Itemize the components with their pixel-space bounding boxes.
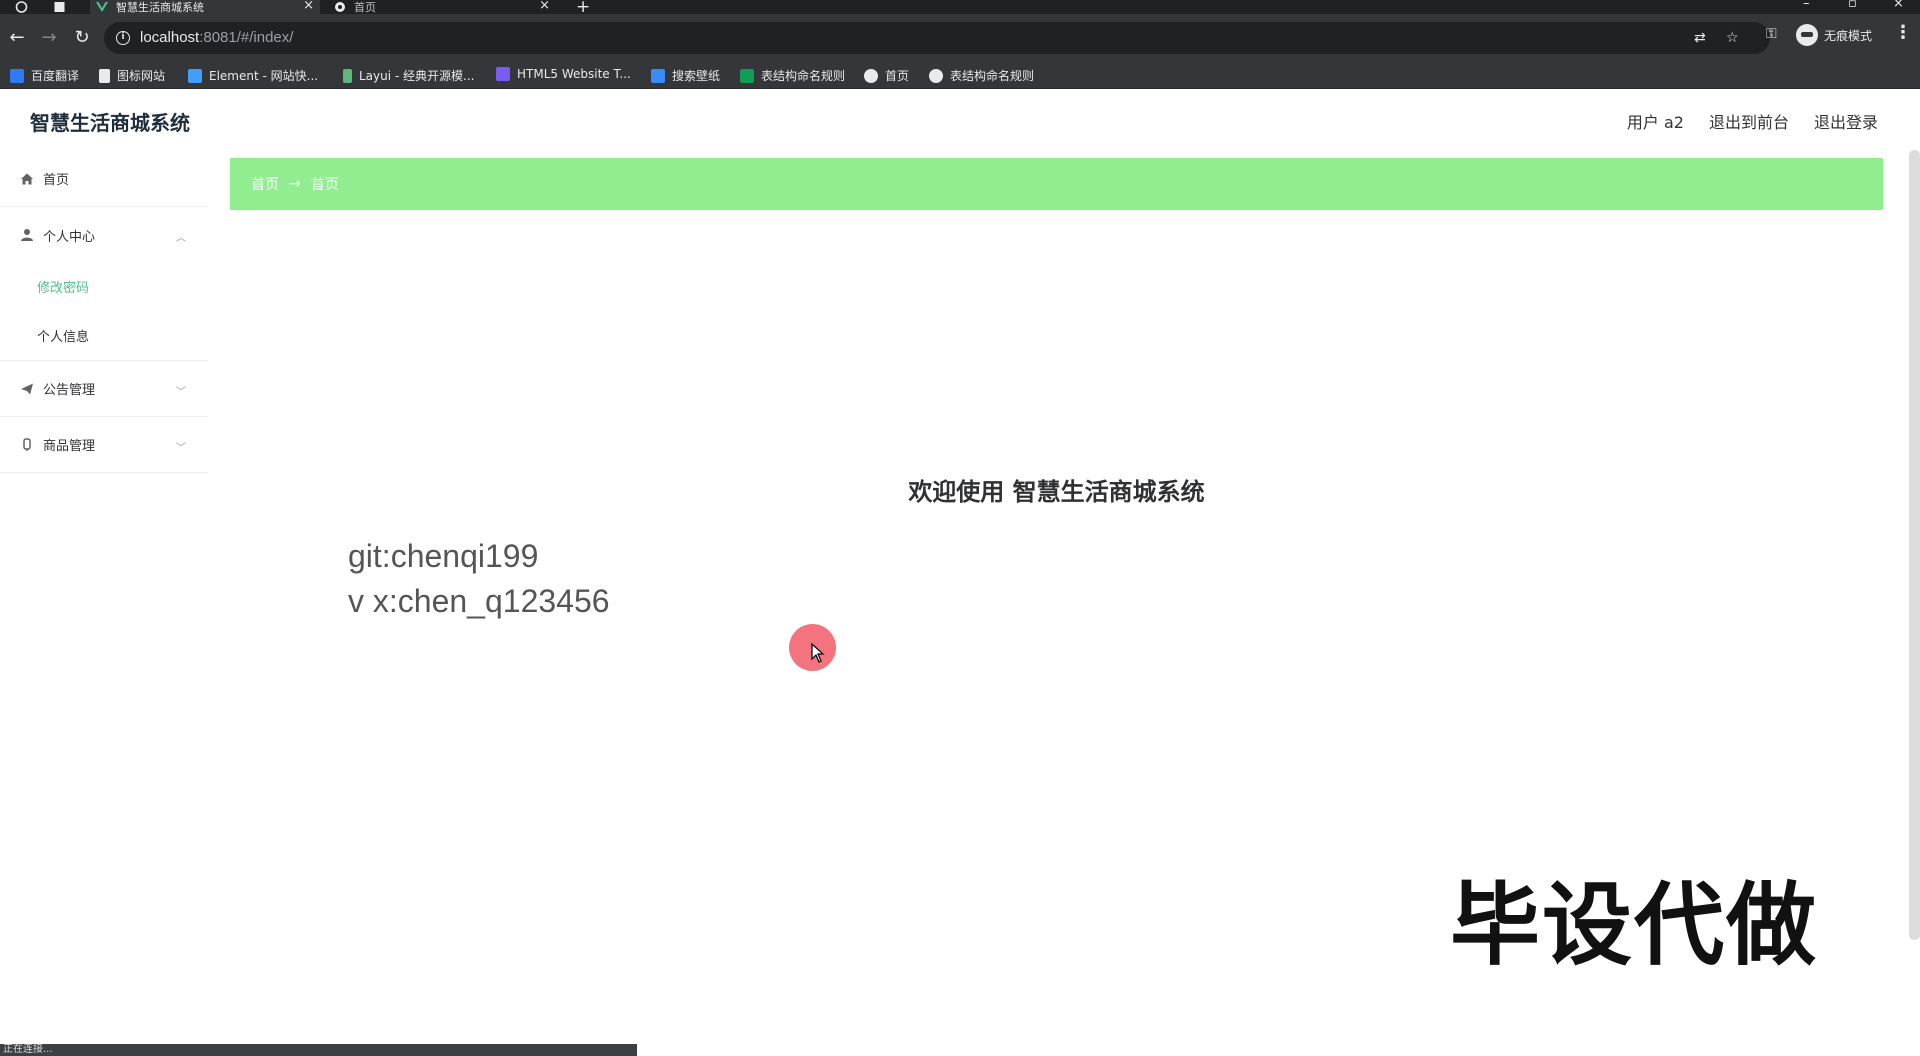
app-title: 智慧生活商城系统 bbox=[30, 111, 190, 135]
home-icon bbox=[21, 173, 33, 184]
globe-icon bbox=[864, 68, 878, 83]
chevron-up-icon: ︿ bbox=[176, 233, 186, 244]
incognito-icon bbox=[1796, 24, 1818, 46]
watermark-text: 毕设代做 bbox=[1450, 873, 1818, 978]
tab-close-icon[interactable]: × bbox=[539, 0, 550, 13]
chevron-down-icon: ﹀ bbox=[176, 387, 186, 398]
sidebar-subitem-change-password[interactable]: 修改密码 bbox=[0, 261, 208, 311]
sidebar-item-label: 公告管理 bbox=[43, 383, 96, 398]
incognito-profile[interactable]: 无痕模式 bbox=[1796, 24, 1872, 46]
maximize-icon[interactable]: ▫ bbox=[1848, 0, 1857, 11]
git-line: git:chenqi199 bbox=[348, 538, 539, 574]
browser-toolbar: ← → ↻ i localhost:8081/#/index/ ⇄ ☆ ⚿ 无痕… bbox=[0, 14, 1920, 62]
chevron-down-icon: ﹀ bbox=[176, 443, 186, 454]
bookmark-item[interactable]: 表结构命名规则 bbox=[740, 67, 845, 84]
breadcrumb-item: 首页 bbox=[310, 177, 339, 193]
vue-logo-icon bbox=[96, 2, 108, 12]
contact-info: git:chenqi199 v x:chen_q123456 bbox=[348, 534, 610, 624]
bookmark-item[interactable]: Element - 网站快... bbox=[188, 67, 318, 84]
user-label: 用户 a2 bbox=[1626, 113, 1684, 132]
tab-inactive[interactable]: 首页 × bbox=[330, 0, 556, 14]
forward-icon[interactable]: → bbox=[37, 26, 61, 50]
tab-search-icon[interactable] bbox=[53, 1, 66, 13]
wx-line: v x:chen_q123456 bbox=[348, 583, 610, 619]
app-header: 智慧生活商城系统 用户 a2 退出到前台 退出登录 bbox=[0, 89, 1920, 151]
translate-app-icon bbox=[10, 68, 24, 83]
sidebar-item-products[interactable]: 商品管理 ﹀ bbox=[0, 417, 208, 473]
flag-icon bbox=[99, 68, 110, 83]
bookmarks-bar: 百度翻译 图标网站 Element - 网站快... Layui - 经典开源模… bbox=[0, 62, 1920, 89]
breadcrumb-item[interactable]: 首页 bbox=[251, 174, 279, 194]
bookmark-item[interactable]: Layui - 经典开源模... bbox=[343, 67, 474, 84]
send-icon bbox=[21, 383, 33, 394]
bookmark-item[interactable]: 百度翻译 bbox=[10, 67, 79, 84]
sidebar-subitem-personal-info[interactable]: 个人信息 bbox=[0, 311, 208, 361]
tab-active[interactable]: 智慧生活商城系统 × bbox=[90, 0, 320, 14]
reload-icon[interactable]: ↻ bbox=[70, 26, 94, 50]
back-icon[interactable]: ← bbox=[5, 26, 29, 50]
sidebar-item-label: 首页 bbox=[43, 173, 70, 188]
welcome-text: 欢迎使用 智慧生活商城系统 bbox=[908, 478, 1205, 506]
sheet-icon bbox=[740, 68, 754, 83]
browser-menu-icon[interactable]: ⋮ bbox=[1894, 22, 1912, 43]
html5-icon bbox=[496, 67, 510, 81]
browser-tab-strip: 智慧生活商城系统 × 首页 × + – ▫ × bbox=[0, 0, 1920, 17]
scrollbar[interactable] bbox=[1909, 150, 1920, 940]
sidebar-item-label: 个人中心 bbox=[43, 229, 96, 245]
globe-icon bbox=[335, 2, 345, 12]
close-window-icon[interactable]: × bbox=[1893, 0, 1904, 11]
bookmark-item[interactable]: 首页 bbox=[864, 67, 909, 84]
bookmark-star-icon[interactable]: ☆ bbox=[1726, 30, 1739, 46]
to-front-link[interactable]: 退出到前台 bbox=[1709, 109, 1789, 133]
product-icon bbox=[23, 437, 31, 451]
key-icon[interactable]: ⚿ bbox=[1766, 26, 1777, 42]
globe-icon bbox=[929, 68, 943, 83]
url-text[interactable]: localhost:8081/#/index/ bbox=[140, 29, 293, 46]
address-bar[interactable]: i localhost:8081/#/index/ ⇄ ☆ bbox=[104, 22, 1770, 54]
sidebar-item-announcements[interactable]: 公告管理 ﹀ bbox=[0, 361, 208, 417]
bookmark-item[interactable]: HTML5 Website T... bbox=[496, 67, 631, 81]
bookmark-item[interactable]: 搜索壁纸 bbox=[651, 67, 720, 84]
tab-close-icon[interactable]: × bbox=[303, 0, 314, 13]
element-icon bbox=[188, 68, 202, 83]
arrow-right-icon: → bbox=[289, 176, 301, 192]
status-bar: 正在连接... bbox=[0, 1044, 637, 1056]
sidebar-item-home[interactable]: 首页 bbox=[0, 151, 208, 207]
site-info-icon[interactable]: i bbox=[116, 31, 130, 45]
mouse-cursor-icon bbox=[811, 643, 825, 663]
bookmark-item[interactable]: 图标网站 bbox=[99, 67, 165, 84]
bookmark-item[interactable]: 表结构命名规则 bbox=[929, 67, 1034, 84]
layui-icon bbox=[343, 68, 352, 83]
sidebar-item-label: 商品管理 bbox=[43, 439, 96, 454]
logout-link[interactable]: 退出登录 bbox=[1814, 109, 1878, 133]
browser-icon bbox=[15, 1, 28, 13]
header-links: 用户 a2 退出到前台 退出登录 bbox=[1627, 109, 1878, 133]
sidebar: 首页 个人中心 ︿ 修改密码 个人信息 公告管理 ﹀ 商品管理 ﹀ bbox=[0, 151, 208, 1056]
translate-icon[interactable]: ⇄ bbox=[1694, 30, 1706, 46]
minimize-icon[interactable]: – bbox=[1803, 0, 1810, 11]
sidebar-item-personal-center[interactable]: 个人中心 ︿ bbox=[0, 207, 208, 263]
tab-title: 首页 bbox=[354, 1, 376, 14]
tab-title: 智慧生活商城系统 bbox=[116, 1, 204, 14]
user-icon bbox=[21, 229, 33, 241]
wallpaper-icon bbox=[651, 68, 665, 83]
breadcrumb: 首页 → 首页 bbox=[230, 158, 1883, 210]
profile-label: 无痕模式 bbox=[1824, 28, 1873, 43]
